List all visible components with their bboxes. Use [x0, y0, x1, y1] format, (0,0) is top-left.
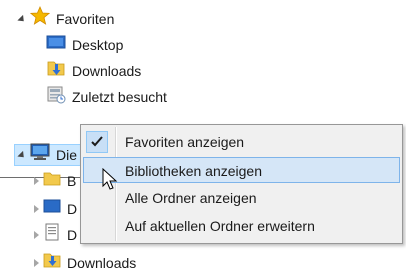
menu-item-label: Alle Ordner anzeigen [125, 190, 257, 206]
collapsed-arrow-icon[interactable] [34, 205, 39, 213]
tree-item-child[interactable]: Downloads [34, 252, 136, 274]
menu-item-label: Bibliotheken anzeigen [125, 163, 262, 179]
collapsed-arrow-icon[interactable] [34, 177, 39, 185]
menu-item-show-favorites[interactable]: Favoriten anzeigen [83, 129, 400, 155]
menu-item-show-libraries[interactable]: Bibliotheken anzeigen [83, 157, 400, 183]
mouse-cursor-icon [102, 167, 118, 195]
tree-item-label: D [67, 201, 78, 217]
collapsed-arrow-icon[interactable] [34, 231, 39, 239]
desktop-folder-icon [46, 34, 66, 56]
tree-item-child[interactable]: B [34, 170, 76, 192]
recent-places-icon [46, 84, 66, 110]
checkmark-box [86, 131, 108, 153]
menu-item-show-all-folders[interactable]: Alle Ordner anzeigen [83, 185, 400, 211]
tree-item-label: D [67, 227, 78, 243]
tree-item-label: Favoriten [56, 11, 115, 27]
tree-item-child[interactable]: D [34, 223, 78, 247]
tree-item-label: Die [56, 147, 78, 163]
downloads-folder-icon [43, 251, 61, 275]
documents-folder-icon [43, 223, 61, 247]
menu-item-label: Auf aktuellen Ordner erweitern [125, 218, 315, 234]
tree-item-label: B [67, 173, 77, 189]
expanded-arrow-icon[interactable] [17, 14, 27, 24]
expanded-arrow-icon[interactable] [17, 150, 27, 160]
tree-item-label: Downloads [67, 255, 137, 271]
checkmark-icon [91, 136, 103, 147]
tree-item-favorites[interactable]: Favoriten [17, 5, 115, 32]
tree-item-desktop[interactable]: Desktop [46, 34, 123, 56]
tree-item-this-pc[interactable]: Die [17, 143, 78, 167]
tree-item-label: Downloads [72, 63, 142, 79]
tree-item-recent-places[interactable]: Zuletzt besucht [46, 86, 167, 108]
tree-item-child[interactable]: D [34, 198, 77, 220]
context-menu: Favoriten anzeigen Bibliotheken anzeigen… [80, 124, 403, 244]
navigation-pane: Favoriten Desktop Downloads Zuletzt besu… [0, 0, 406, 277]
tree-item-label: Desktop [72, 37, 124, 53]
star-icon [29, 5, 51, 32]
downloads-folder-icon [46, 58, 66, 84]
computer-icon [30, 143, 50, 167]
collapsed-arrow-icon[interactable] [34, 259, 39, 267]
folder-icon [43, 170, 61, 192]
tree-item-label: Zuletzt besucht [72, 89, 167, 105]
tree-item-downloads[interactable]: Downloads [46, 60, 141, 82]
menu-item-expand-to-current-folder[interactable]: Auf aktuellen Ordner erweitern [83, 213, 400, 239]
desktop-folder-icon [43, 198, 61, 220]
menu-item-label: Favoriten anzeigen [125, 134, 245, 150]
